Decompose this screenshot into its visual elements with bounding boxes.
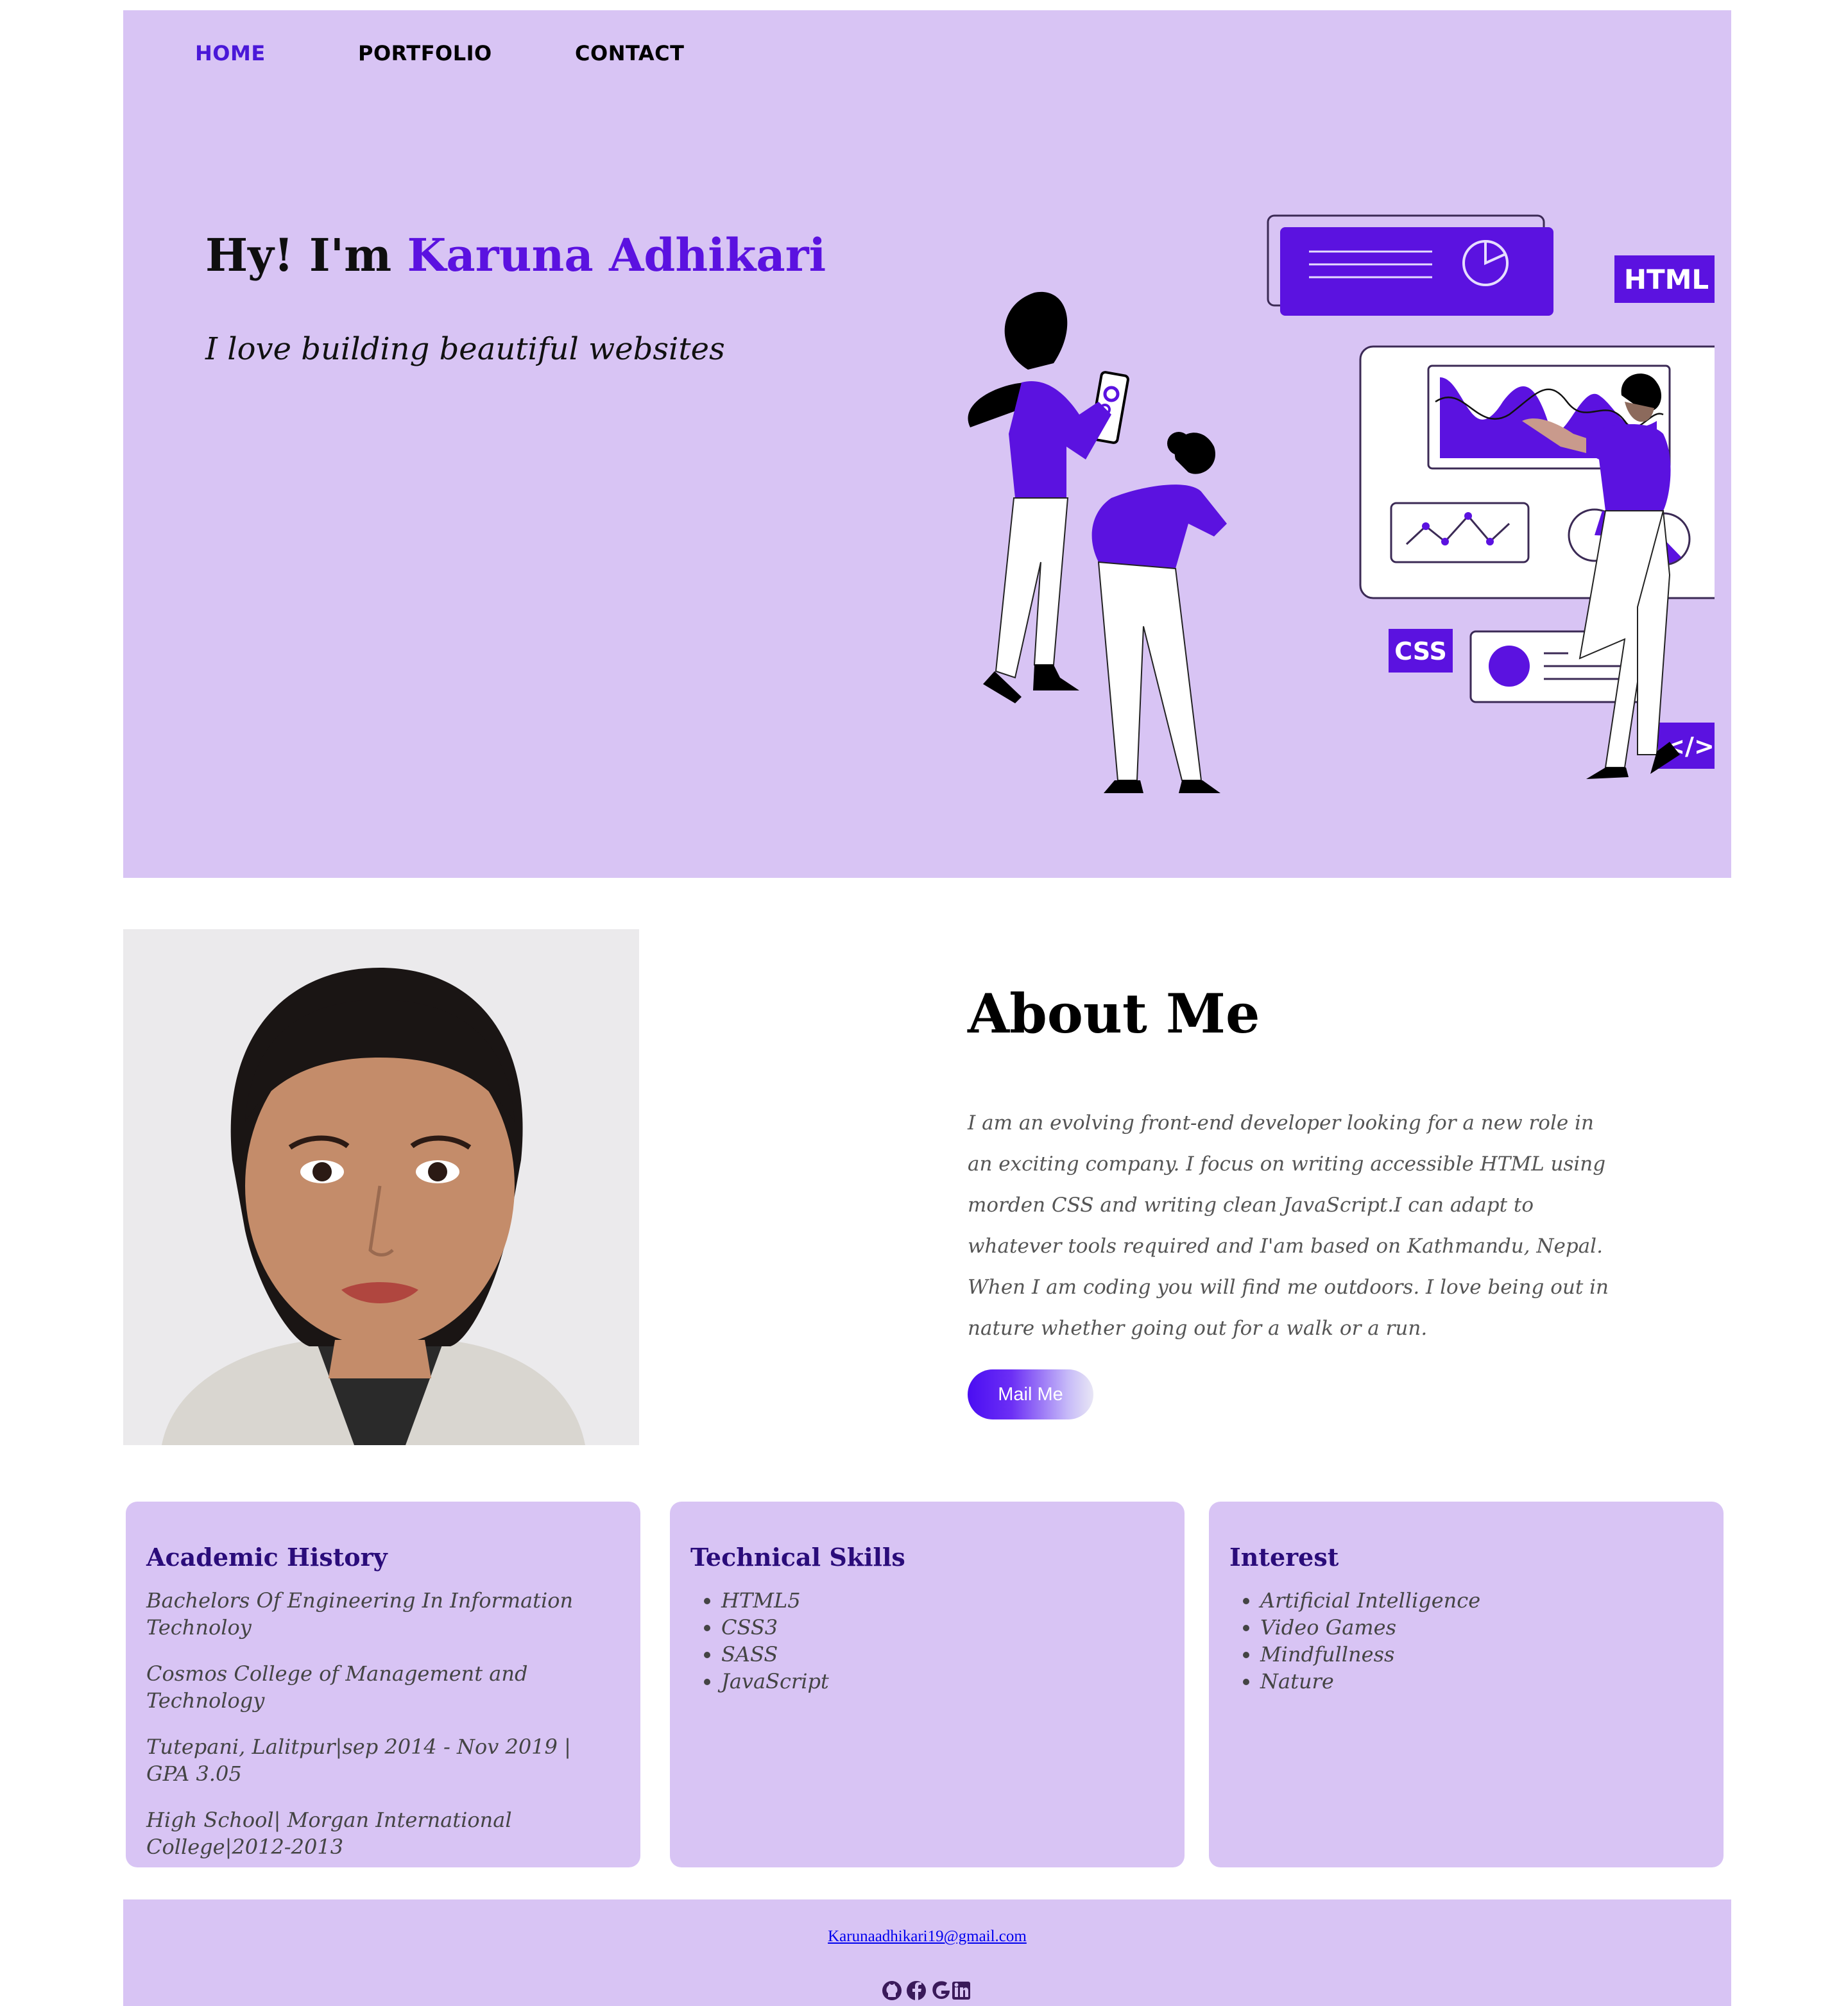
developers-illustration: HTML CSS </> [968,214,1715,793]
hero-greeting: Hy! I'm [205,228,407,282]
skill-item: CSS3 [721,1614,1164,1641]
skills-list: HTML5 CSS3 SASS JavaScript [690,1587,1164,1695]
social-icons [882,1978,978,2003]
interest-item: Nature [1260,1668,1703,1695]
academic-item: Cosmos College of Management and Technol… [146,1661,528,1713]
skill-item: SASS [721,1641,1164,1668]
interest-title: Interest [1229,1543,1339,1572]
skill-item: JavaScript [721,1668,1164,1695]
skill-item: HTML5 [721,1587,1164,1614]
nav-home-link[interactable]: HOME [195,41,266,65]
google-icon[interactable] [932,1981,950,1999]
portrait-image [123,929,639,1445]
interest-item: Artificial Intelligence [1260,1587,1703,1614]
academic-history-card: Academic History Bachelors Of Engineerin… [126,1502,640,1867]
academic-item: Tutepani, Lalitpur|sep 2014 - Nov 2019 |… [146,1735,571,1786]
nav-portfolio-link[interactable]: PORTFOLIO [358,41,492,65]
mail-me-button[interactable]: Mail Me [968,1369,1093,1419]
css-badge-text: CSS [1394,637,1447,665]
nav-contact-link[interactable]: CONTACT [575,41,684,65]
about-description: I am an evolving front-end developer loo… [968,1111,1609,1340]
interest-item: Mindfullness [1260,1641,1703,1668]
technical-skills-card: Technical Skills HTML5 CSS3 SASS JavaScr… [670,1502,1185,1867]
hero-subtitle: I love building beautiful websites [205,331,725,367]
footer-email-link[interactable]: Karunaadhikari19@gmail.com [123,1928,1731,1946]
profile-photo [123,929,639,1445]
linkedin-icon[interactable] [952,1982,970,2000]
html-badge-text: HTML [1624,264,1709,295]
academic-history-title: Academic History [146,1543,388,1572]
interest-card: Interest Artificial Intelligence Video G… [1209,1502,1724,1867]
technical-skills-title: Technical Skills [690,1543,905,1572]
interest-item: Video Games [1260,1614,1703,1641]
facebook-icon[interactable] [907,1981,926,2000]
hero-section: HOME PORTFOLIO CONTACT Hy! I'm Karuna Ad… [123,10,1731,878]
about-title: About Me [968,982,1260,1045]
hero-title: Hy! I'm Karuna Adhikari [205,228,826,282]
footer: Karunaadhikari19@gmail.com [123,1899,1731,2006]
academic-item: High School| Morgan International Colleg… [146,1808,512,1859]
interest-list: Artificial Intelligence Video Games Mind… [1229,1587,1703,1695]
github-icon[interactable] [882,1981,902,2000]
academic-item: Bachelors Of Engineering In Information … [146,1588,574,1640]
hero-name: Karuna Adhikari [407,228,826,282]
